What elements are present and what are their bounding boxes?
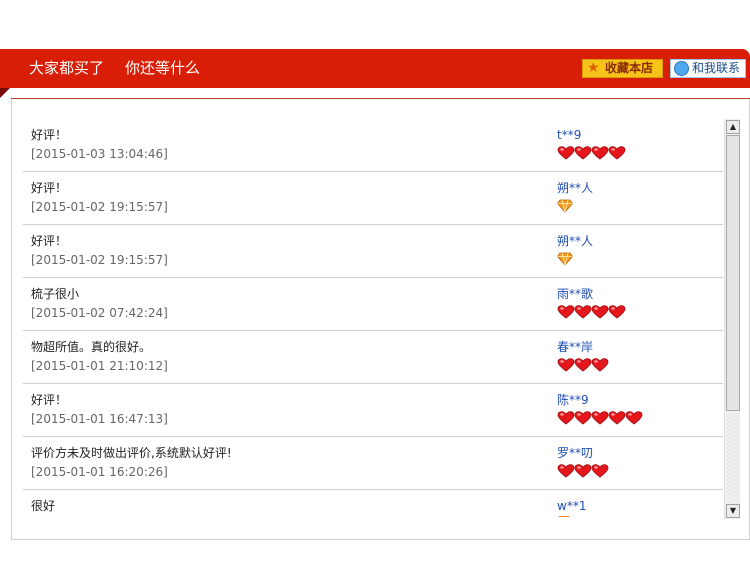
heart-icon	[608, 304, 626, 323]
review-date: [2015-01-03 13:04:46]	[31, 147, 168, 161]
header-fold-corner	[0, 88, 10, 98]
reviewer-name[interactable]: t**9	[557, 127, 581, 143]
heart-icon	[608, 410, 626, 429]
review-row: 好评！ [2015-01-03 13:04:46] t**9	[23, 119, 723, 172]
scroll-up-icon[interactable]: ▲	[726, 120, 740, 134]
review-date: [2015-01-01 16:47:13]	[31, 412, 168, 426]
review-row: 好评！ [2015-01-02 19:15:57] 朔**人	[23, 225, 723, 278]
heart-icon	[574, 410, 592, 429]
reviewer-name[interactable]: 朔**人	[557, 180, 593, 196]
reviews-scrollbar[interactable]: ▲ ▼	[724, 119, 740, 519]
review-comment: 物超所值。真的很好。	[31, 340, 152, 354]
header-title-left: 大家都买了	[29, 59, 105, 77]
review-row: 好评！ [2015-01-02 19:15:57] 朔**人	[23, 172, 723, 225]
heart-icon	[574, 145, 592, 164]
heart-icon	[591, 463, 609, 482]
heart-icon	[608, 145, 626, 164]
heart-icon	[591, 145, 609, 164]
reviewer-name[interactable]: 陈**9	[557, 392, 589, 408]
review-comment: 好评！	[31, 128, 68, 142]
review-comment: 好评！	[31, 181, 68, 195]
review-date: [2015-01-01 21:10:12]	[31, 359, 168, 373]
review-row: 好评！ [2015-01-01 16:47:13] 陈**9	[23, 384, 723, 437]
heart-icon	[574, 463, 592, 482]
rank-dash	[559, 516, 569, 517]
diamond-icon	[556, 198, 574, 217]
heart-icon	[625, 410, 643, 429]
review-comment: 很好	[31, 499, 56, 513]
reviewer-name[interactable]: 雨**歌	[557, 286, 593, 302]
heart-icon	[574, 304, 592, 323]
contact-me-button[interactable]: 和我联系	[670, 59, 746, 78]
scroll-thumb[interactable]	[726, 135, 740, 411]
review-row: 梳子很小 [2015-01-02 07:42:24] 雨**歌	[23, 278, 723, 331]
scroll-down-icon[interactable]: ▼	[726, 504, 740, 518]
review-comment: 评价方未及时做出评价,系统默认好评!	[31, 446, 232, 460]
reviews-list: 好评！ [2015-01-03 13:04:46] t**9 好评！ [2015…	[23, 119, 723, 519]
review-comment: 好评！	[31, 234, 68, 248]
review-date: [2015-01-01 16:20:26]	[31, 465, 168, 479]
review-row: 物超所值。真的很好。 [2015-01-01 21:10:12] 春**岸	[23, 331, 723, 384]
scroll-track[interactable]	[726, 413, 740, 503]
reviewer-name[interactable]: 朔**人	[557, 233, 593, 249]
review-date: [2015-01-02 07:42:24]	[31, 306, 168, 320]
header-title-right: 你还等什么	[125, 59, 201, 77]
review-row: 评价方未及时做出评价,系统默认好评! [2015-01-01 16:20:26]…	[23, 437, 723, 490]
chat-icon	[674, 61, 689, 76]
favorite-store-button[interactable]: ★ 收藏本店	[582, 59, 663, 78]
review-date: [2015-01-02 19:15:57]	[31, 253, 168, 267]
heart-icon	[557, 410, 575, 429]
review-comment: 好评！	[31, 393, 68, 407]
heart-icon	[557, 463, 575, 482]
heart-icon	[574, 357, 592, 376]
heart-icon	[557, 357, 575, 376]
favorite-store-label: 收藏本店	[605, 61, 654, 75]
review-row: 很好 w**1	[23, 490, 723, 519]
star-icon: ★	[587, 60, 600, 76]
reviewer-name[interactable]: 春**岸	[557, 339, 593, 355]
heart-icon	[591, 304, 609, 323]
heart-icon	[557, 304, 575, 323]
review-date: [2015-01-02 19:15:57]	[31, 200, 168, 214]
diamond-icon	[556, 251, 574, 270]
heart-icon	[557, 145, 575, 164]
contact-me-label: 和我联系	[692, 61, 741, 75]
reviewer-name[interactable]: 罗**叨	[557, 445, 593, 461]
heart-icon	[591, 357, 609, 376]
reviewer-name[interactable]: w**1	[557, 498, 586, 514]
heart-icon	[591, 410, 609, 429]
review-comment: 梳子很小	[31, 287, 80, 301]
